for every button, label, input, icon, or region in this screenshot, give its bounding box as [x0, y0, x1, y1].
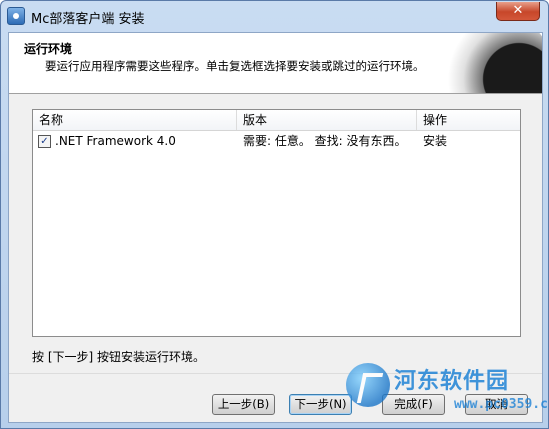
- prerequisites-list[interactable]: 名称 版本 操作 ✓ .NET Framework 4.0 需要: 任意。 查找…: [32, 109, 521, 337]
- next-button[interactable]: 下一步(N): [289, 394, 352, 415]
- item-action: 安装: [423, 134, 448, 148]
- header-graphic: [442, 33, 542, 93]
- column-header-action[interactable]: 操作: [417, 110, 520, 130]
- app-icon: [7, 7, 25, 25]
- page-title: 运行环境: [24, 42, 73, 56]
- column-header-version[interactable]: 版本: [237, 110, 417, 130]
- wizard-header: 运行环境 要运行应用程序需要这些程序。单击复选框选择要安装或跳过的运行环境。: [9, 33, 542, 94]
- finish-button[interactable]: 完成(F): [382, 394, 445, 415]
- item-version: 需要: 任意。 查找: 没有东西。: [243, 134, 407, 148]
- cancel-button[interactable]: 取消: [465, 394, 528, 415]
- install-checkbox[interactable]: ✓: [38, 135, 51, 148]
- item-name: .NET Framework 4.0: [55, 134, 176, 148]
- window-title: Mc部落客户端 安装: [31, 12, 145, 27]
- installer-window: Mc部落客户端 安装 ✕ 运行环境 要运行应用程序需要这些程序。单击复选框选择要…: [0, 0, 549, 429]
- back-button[interactable]: 上一步(B): [212, 394, 275, 415]
- title-bar[interactable]: Mc部落客户端 安装 ✕: [1, 1, 548, 31]
- page-subtitle: 要运行应用程序需要这些程序。单击复选框选择要安装或跳过的运行环境。: [45, 59, 425, 73]
- dialog-body: 运行环境 要运行应用程序需要这些程序。单击复选框选择要安装或跳过的运行环境。 名…: [8, 32, 543, 423]
- close-button[interactable]: ✕: [496, 2, 540, 21]
- footer-divider: [9, 373, 542, 374]
- list-header: 名称 版本 操作: [33, 110, 520, 131]
- column-header-name[interactable]: 名称: [33, 110, 237, 130]
- status-text: 按 [下一步] 按钮安装运行环境。: [32, 350, 205, 364]
- list-item[interactable]: ✓ .NET Framework 4.0 需要: 任意。 查找: 没有东西。 安…: [33, 131, 520, 151]
